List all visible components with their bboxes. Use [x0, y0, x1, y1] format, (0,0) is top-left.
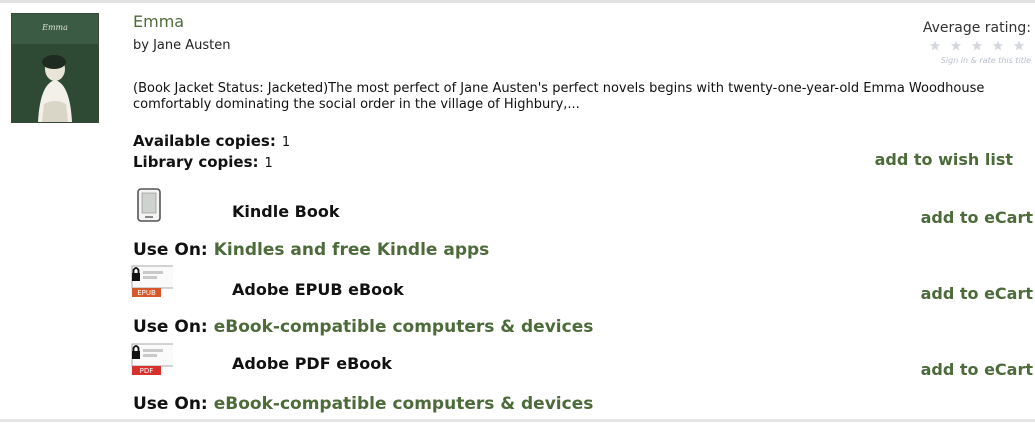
top-divider [0, 0, 1035, 3]
use-on-pdf: Use On: eBook-compatible computers & devi… [133, 394, 593, 414]
use-on-kindle: Use On: Kindles and free Kindle apps [133, 240, 489, 260]
library-copies-label: Library copies: [133, 153, 259, 171]
library-copies-value: 1 [264, 156, 273, 171]
use-on-link-pdf[interactable]: eBook-compatible computers & devices [214, 394, 594, 414]
format-name-epub: Adobe EPUB eBook [232, 280, 404, 299]
cover-illustration: Emma [12, 14, 98, 122]
rating-star-icon[interactable] [950, 40, 962, 51]
available-copies-label: Available copies: [133, 132, 276, 150]
pdf-tag: PDF [140, 367, 154, 375]
cover-caption: Emma [41, 23, 68, 32]
use-on-link-kindle[interactable]: Kindles and free Kindle apps [214, 240, 490, 260]
star-rating[interactable] [925, 40, 1031, 52]
format-name-kindle: Kindle Book [232, 202, 340, 221]
add-to-ecart-kindle[interactable]: add to eCart [921, 208, 1033, 227]
book-title-link[interactable]: Emma [133, 12, 184, 31]
add-to-ecart-epub[interactable]: add to eCart [921, 284, 1033, 303]
rating-star-icon[interactable] [1013, 40, 1025, 51]
add-to-wish-list-link[interactable]: add to wish list [875, 150, 1013, 169]
average-rating-label: Average rating: [922, 20, 1031, 36]
use-on-epub: Use On: eBook-compatible computers & devi… [133, 317, 593, 337]
use-on-label: Use On: [133, 317, 208, 337]
use-on-label: Use On: [133, 394, 208, 414]
library-copies: Library copies: 1 [133, 153, 273, 171]
epub-lock-icon: EPUB [129, 263, 175, 297]
kindle-device-icon [133, 188, 177, 222]
bottom-divider [0, 419, 1035, 422]
use-on-link-epub[interactable]: eBook-compatible computers & devices [214, 317, 594, 337]
available-copies: Available copies: 1 [133, 132, 290, 150]
epub-tag: EPUB [137, 289, 156, 297]
sign-in-to-rate-link[interactable]: Sign in & rate this title [941, 56, 1031, 65]
available-copies-value: 1 [281, 135, 291, 150]
book-description: (Book Jacket Status: Jacketed)The most p… [133, 81, 985, 112]
book-author: by Jane Austen [133, 38, 231, 53]
rating-star-icon[interactable] [929, 40, 941, 51]
add-to-ecart-pdf[interactable]: add to eCart [921, 360, 1033, 379]
book-cover-image[interactable]: Emma [11, 13, 99, 123]
rating-star-icon[interactable] [992, 40, 1004, 51]
pdf-lock-icon: PDF [129, 341, 175, 375]
use-on-label: Use On: [133, 240, 208, 260]
rating-star-icon[interactable] [971, 40, 983, 51]
format-name-pdf: Adobe PDF eBook [232, 354, 392, 373]
